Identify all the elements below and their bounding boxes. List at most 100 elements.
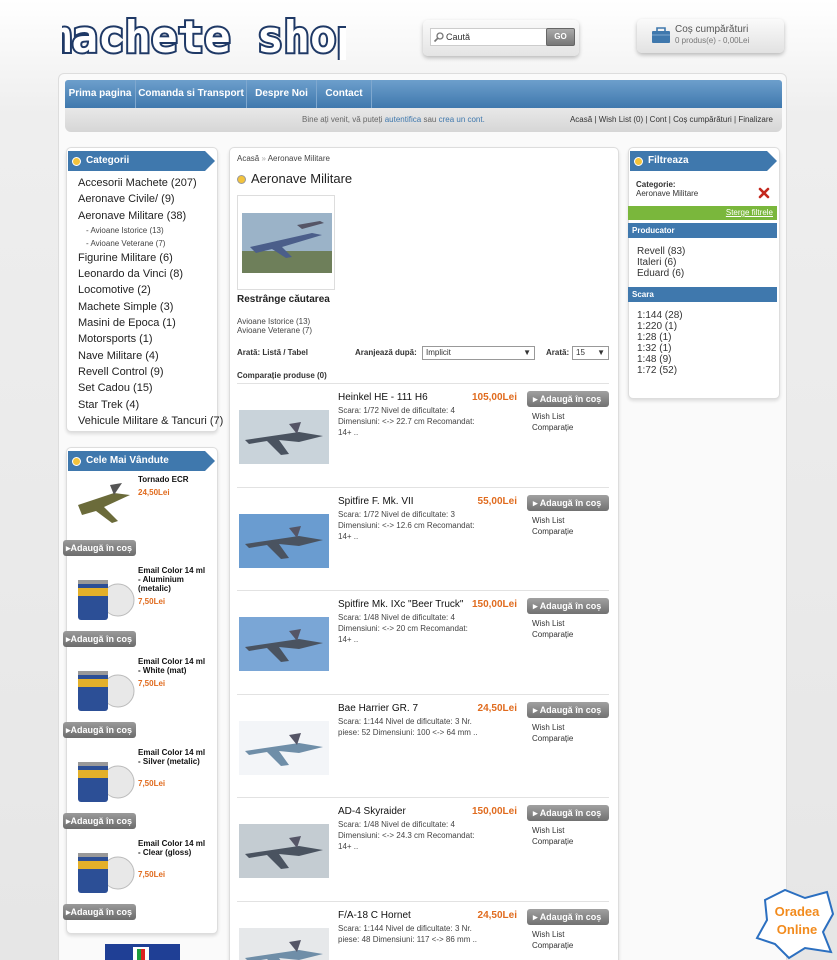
- login-link[interactable]: autentifica: [385, 115, 421, 124]
- add-to-cart-button[interactable]: ▸Adaugă în coș: [63, 631, 137, 647]
- sort-select[interactable]: Implicit ▼: [422, 346, 535, 360]
- add-to-cart-button[interactable]: ▸ Adaugă în coș: [527, 495, 609, 511]
- category-link[interactable]: Figurine Militare (6): [78, 250, 223, 266]
- producer-filter-link[interactable]: Revell (83): [637, 246, 685, 257]
- nav-contact[interactable]: Contact: [317, 80, 372, 108]
- paint-tin-thumbnail[interactable]: [74, 566, 136, 628]
- refine-link-historic[interactable]: Avioane Istorice (13): [237, 317, 312, 326]
- category-link[interactable]: Locomotive (2): [78, 282, 223, 298]
- category-link[interactable]: Masini de Epoca (1): [78, 315, 223, 331]
- product-image[interactable]: [239, 617, 329, 671]
- category-link[interactable]: Machete Simple (3): [78, 299, 223, 315]
- compare-link[interactable]: Comparație: [532, 837, 573, 846]
- sort-value: Implicit: [426, 348, 451, 357]
- register-link[interactable]: crea un cont.: [439, 115, 485, 124]
- wishlist-link[interactable]: Wish List: [532, 930, 564, 939]
- scale-filter-link[interactable]: 1:28 (1): [637, 332, 683, 343]
- account-links[interactable]: Acasă | Wish List (0) | Cont | Coș cumpă…: [570, 115, 773, 124]
- add-to-cart-button[interactable]: ▸Adaugă în coș: [63, 813, 137, 829]
- wishlist-link[interactable]: Wish List: [532, 516, 564, 525]
- nav-order-shipping[interactable]: Comanda si Transport: [136, 80, 247, 108]
- wishlist-link[interactable]: Wish List: [532, 412, 564, 421]
- display-toggle[interactable]: Arată: Listă / Tabel: [237, 348, 308, 357]
- add-to-cart-button[interactable]: ▸ Adaugă în coș: [527, 909, 609, 925]
- bestseller-name[interactable]: Email Color 14 ml - White (mat): [138, 657, 208, 675]
- product-name[interactable]: Bae Harrier GR. 7: [338, 703, 418, 714]
- bestseller-name[interactable]: Tornado ECR: [138, 475, 208, 484]
- product-name[interactable]: Spitfire F. Mk. VII: [338, 496, 414, 507]
- breadcrumb: Acasă » Aeronave Militare: [237, 154, 330, 163]
- breadcrumb-home[interactable]: Acasă: [237, 154, 259, 163]
- compare-link[interactable]: Comparație: [532, 734, 573, 743]
- jet-thumbnail[interactable]: [74, 475, 136, 537]
- compare-link[interactable]: Comparație: [532, 527, 573, 536]
- category-link[interactable]: Star Trek (4): [78, 397, 223, 413]
- category-link[interactable]: Set Cadou (15): [78, 380, 223, 396]
- compare-link[interactable]: Comparație: [532, 941, 573, 950]
- category-link[interactable]: Aeronave Civile/ (9): [78, 191, 223, 207]
- bestseller-name[interactable]: Email Color 14 ml - Clear (gloss): [138, 839, 208, 857]
- category-link[interactable]: Vehicule Militare & Tancuri (7): [78, 413, 223, 429]
- cart-box[interactable]: Coș cumpărături 0 produs(e) - 0,00Lei: [637, 19, 784, 53]
- paint-tin-thumbnail[interactable]: [74, 839, 136, 901]
- add-to-cart-button[interactable]: ▸ Adaugă în coș: [527, 702, 609, 718]
- category-link[interactable]: Accesorii Machete (207): [78, 175, 223, 191]
- nav-about[interactable]: Despre Noi: [247, 80, 317, 108]
- wishlist-link[interactable]: Wish List: [532, 723, 564, 732]
- scale-filter-link[interactable]: 1:144 (28): [637, 310, 683, 321]
- wishlist-link[interactable]: Wish List: [532, 619, 564, 628]
- machete-shop-logo[interactable]: machete shop: [62, 14, 346, 60]
- add-to-cart-button[interactable]: ▸ Adaugă în coș: [527, 391, 609, 407]
- close-icon[interactable]: [758, 187, 770, 199]
- add-to-cart-button[interactable]: ▸Adaugă în coș: [63, 904, 137, 920]
- product-name[interactable]: AD-4 Skyraider: [338, 806, 406, 817]
- compare-link[interactable]: Comparație: [532, 630, 573, 639]
- wishlist-link[interactable]: Wish List: [532, 826, 564, 835]
- bestseller-name[interactable]: Email Color 14 ml - Aluminium (metalic): [138, 566, 208, 593]
- clear-filters-link[interactable]: Sterge filtrele: [628, 206, 777, 220]
- producer-filter-link[interactable]: Italeri (6): [637, 257, 685, 268]
- add-to-cart-button[interactable]: ▸ Adaugă în coș: [527, 598, 609, 614]
- oradea-online-badge[interactable]: Oradea Online: [755, 888, 837, 960]
- compare-products[interactable]: Comparație produse (0): [237, 371, 327, 380]
- paint-tin-thumbnail[interactable]: [74, 657, 136, 719]
- add-to-cart-button[interactable]: ▸ Adaugă în coș: [527, 805, 609, 821]
- add-to-cart-button[interactable]: ▸Adaugă în coș: [63, 540, 137, 556]
- product-image[interactable]: [239, 721, 329, 775]
- category-link[interactable]: Leonardo da Vinci (8): [78, 266, 223, 282]
- product-price: 55,00Lei: [477, 496, 517, 507]
- product-name[interactable]: F/A-18 C Hornet: [338, 910, 411, 921]
- product-image[interactable]: [239, 824, 329, 878]
- add-to-cart-button[interactable]: ▸Adaugă în coș: [63, 722, 137, 738]
- producer-filter-link[interactable]: Eduard (6): [637, 268, 685, 279]
- compare-link[interactable]: Comparație: [532, 423, 573, 432]
- category-link[interactable]: Motorsports (1): [78, 331, 223, 347]
- product-name[interactable]: Heinkel HE - 111 H6: [338, 392, 428, 403]
- add-label: Adaugă în coș: [539, 394, 602, 404]
- category-link[interactable]: Revell Control (9): [78, 364, 223, 380]
- product-image[interactable]: [239, 410, 329, 464]
- nav-home[interactable]: Prima pagina: [65, 80, 136, 108]
- title-bullet-icon: [237, 175, 246, 184]
- search-input[interactable]: Caută: [430, 28, 563, 46]
- show-select[interactable]: 15 ▼: [572, 346, 609, 360]
- category-link[interactable]: Aeronave Militare (38): [78, 208, 223, 224]
- scale-filter-link[interactable]: 1:32 (1): [637, 343, 683, 354]
- scale-filter-link[interactable]: 1:72 (52): [637, 365, 683, 376]
- breadcrumb-current[interactable]: Aeronave Militare: [268, 154, 330, 163]
- subcategory-link[interactable]: - Avioane Veterane (7): [78, 237, 223, 250]
- bestseller-price: 7,50Lei: [138, 870, 166, 879]
- bestseller-name[interactable]: Email Color 14 ml - Silver (metalic): [138, 748, 208, 766]
- product-image[interactable]: [239, 928, 329, 960]
- subcategory-link[interactable]: - Avioane Istorice (13): [78, 224, 223, 237]
- search-go-button[interactable]: GO: [546, 28, 575, 46]
- paint-tin-thumbnail[interactable]: [74, 748, 136, 810]
- scale-filter-link[interactable]: 1:48 (9): [637, 354, 683, 365]
- product-image[interactable]: [239, 514, 329, 568]
- scale-filter-link[interactable]: 1:220 (1): [637, 321, 683, 332]
- brand-banner: [105, 944, 180, 960]
- refine-link-veteran[interactable]: Avioane Veterane (7): [237, 326, 312, 335]
- show-label: Arată:: [546, 348, 570, 357]
- product-price: 105,00Lei: [471, 392, 517, 403]
- category-link[interactable]: Nave Militare (4): [78, 348, 223, 364]
